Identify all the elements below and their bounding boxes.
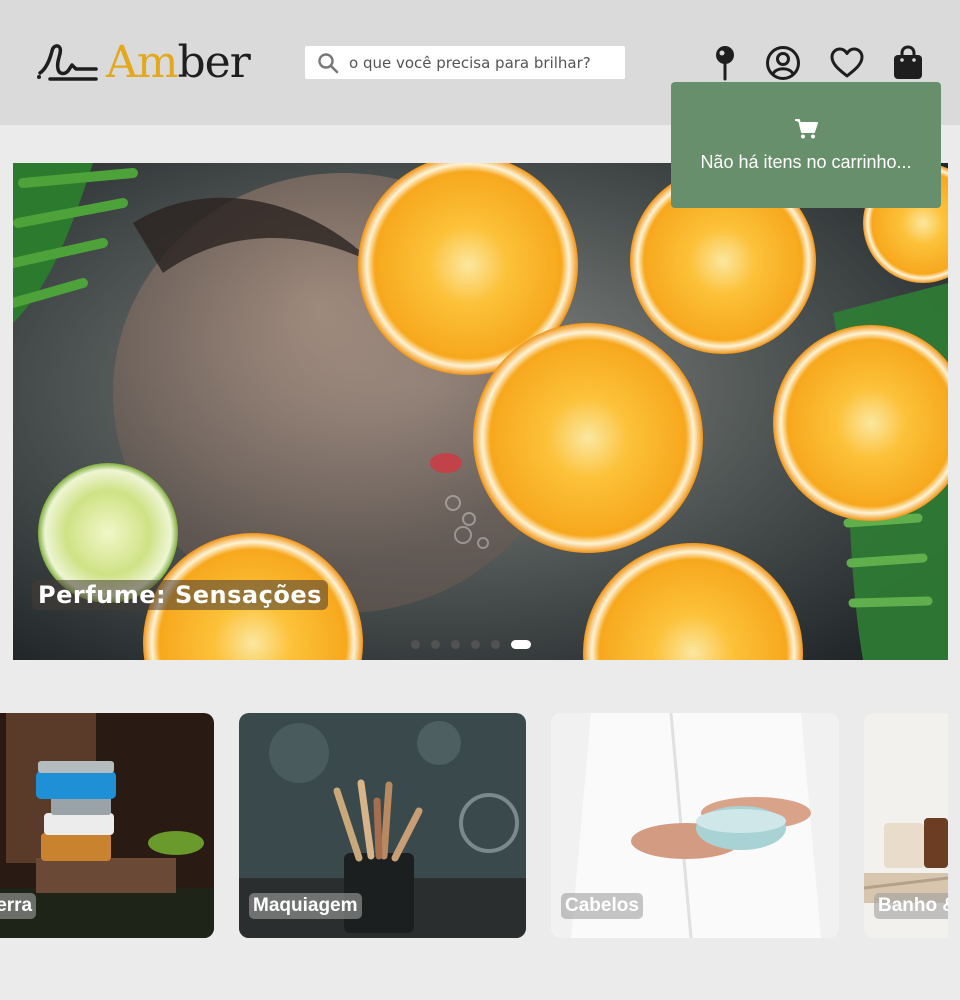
search-input[interactable]: [349, 53, 609, 72]
cart-popup: Não há itens no carrinho...: [671, 82, 941, 208]
brand-name-accent: Am: [106, 37, 178, 88]
logo-mark-icon: [37, 44, 98, 81]
category-card-maquiagem[interactable]: Maquiagem: [239, 713, 526, 938]
category-label: Terra: [0, 893, 37, 919]
category-card-cabelos[interactable]: Cabelos: [551, 713, 839, 938]
search-icon[interactable]: [317, 52, 339, 74]
category-card-banho[interactable]: Banho &: [864, 713, 948, 938]
slider-dot[interactable]: [431, 640, 440, 649]
category-card-terra[interactable]: Terra: [0, 713, 214, 938]
brand-name: Amber: [106, 41, 251, 85]
slider-dot[interactable]: [451, 640, 460, 649]
wishlist-button[interactable]: [828, 43, 866, 83]
cart-icon: [795, 119, 818, 139]
category-label-text: Cabelos: [565, 895, 639, 916]
brand-logo[interactable]: Amber: [36, 38, 251, 88]
heart-icon: [830, 47, 864, 78]
bag-button[interactable]: [891, 43, 925, 83]
slider-dot[interactable]: [411, 640, 420, 649]
shopping-bag-icon: [894, 45, 922, 79]
slider-dot[interactable]: [491, 640, 500, 649]
slider-dots: [411, 640, 531, 649]
hero-caption-text: Perfume: Sensações: [38, 581, 322, 609]
hero-caption[interactable]: Perfume: Sensações: [32, 580, 328, 610]
category-label-text: Maquiagem: [253, 895, 358, 916]
category-label: Maquiagem: [249, 893, 362, 919]
slider-dot[interactable]: [471, 640, 480, 649]
category-label: Banho &: [874, 893, 948, 919]
category-label-text: Terra: [0, 895, 33, 916]
location-pin-icon: [716, 46, 734, 81]
account-button[interactable]: [764, 43, 802, 83]
cart-empty-message: Não há itens no carrinho...: [700, 152, 912, 172]
category-carousel: Terra Maquiagem: [0, 713, 960, 938]
user-account-icon: [766, 46, 800, 80]
search-bar[interactable]: [305, 46, 625, 79]
location-button[interactable]: [711, 43, 739, 83]
category-label-text: Banho &: [878, 895, 948, 916]
brand-name-rest: ber: [177, 37, 251, 88]
hero-slider[interactable]: Perfume: Sensações: [13, 163, 948, 660]
category-label: Cabelos: [561, 893, 643, 919]
slider-dot-active[interactable]: [511, 640, 531, 649]
